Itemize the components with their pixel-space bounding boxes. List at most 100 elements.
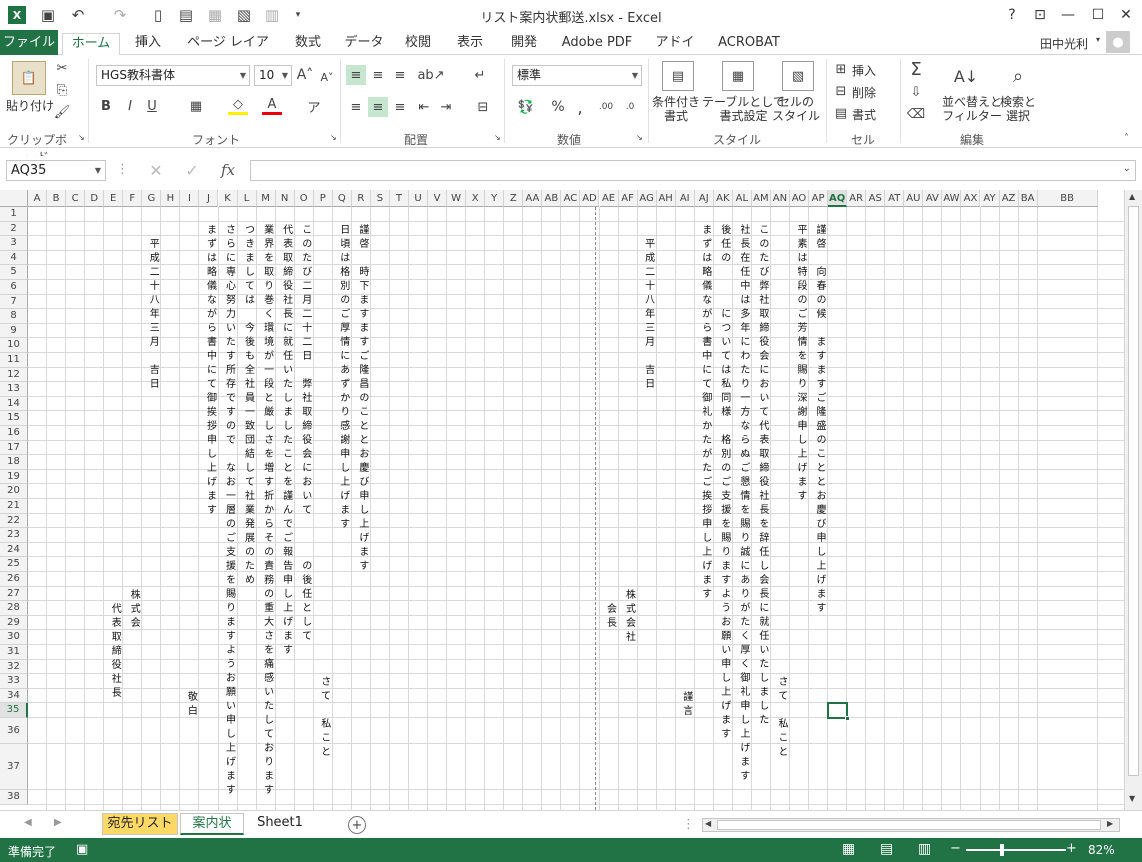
column-header[interactable]: B [47,190,67,207]
clipboard-launcher-icon[interactable]: ↘ [78,133,85,142]
user-name[interactable]: 田中光利 [1040,35,1088,52]
column-header[interactable]: AL [732,190,752,207]
row-header[interactable]: 24 [0,542,28,558]
page-break-view-icon[interactable]: ▥ [918,841,931,857]
row-header[interactable]: 5 [0,265,28,280]
paste-button-label[interactable]: 貼り付け [6,97,54,114]
row-header[interactable]: 33 [0,674,28,689]
collapse-ribbon-icon[interactable]: ˄ [1124,133,1129,144]
column-header[interactable]: T [389,190,409,207]
row-header[interactable]: 14 [0,396,28,412]
tab-formulas[interactable]: 数式 [290,33,326,55]
cancel-icon[interactable]: ✕ [146,160,166,180]
underline-button[interactable]: U [144,97,160,115]
row-header[interactable]: 3 [0,236,28,251]
column-header[interactable]: G [142,190,162,207]
column-header[interactable]: E [104,190,124,207]
number-format-select[interactable]: 標準 ▼ [512,65,642,86]
zoom-slider-thumb[interactable] [1000,844,1004,856]
maximize-icon[interactable]: ☐ [1086,5,1110,25]
row-header[interactable]: 17 [0,440,28,456]
formula-input[interactable]: ⌄ [250,160,1136,181]
redo-icon[interactable]: ↷ [110,5,130,25]
active-cell[interactable] [827,702,851,722]
column-header[interactable]: BB [1037,190,1098,207]
tab-data[interactable]: データ [342,33,386,55]
alignment-launcher-icon[interactable]: ↘ [494,133,501,142]
worksheet-grid[interactable]: A B C D E F G H I J K L M N O P Q R S T U V W X Y Z AA AB AC AD AE AF AG… [0,190,1124,810]
ribbon-display-icon[interactable]: ⊡ [1028,5,1052,25]
row-header[interactable]: 31 [0,645,28,660]
row-header[interactable]: 26 [0,572,28,587]
macro-record-icon[interactable]: ▣ [76,842,88,857]
column-header[interactable]: AK [713,190,733,207]
prev-sheet-icon[interactable]: ◀ [24,817,32,828]
column-header[interactable]: AR [847,190,867,207]
sheet-tab-sheet1[interactable]: Sheet1 [246,813,314,835]
column-header[interactable]: AV [923,190,943,207]
decrease-font-icon[interactable]: A˅ [318,67,336,87]
row-header[interactable]: 29 [0,615,28,631]
zoom-in-icon[interactable]: + [1066,841,1077,856]
column-header[interactable]: W [447,190,467,207]
row-header[interactable]: 10 [0,338,28,353]
tab-adobe-pdf[interactable]: Adobe PDF [558,33,636,55]
merge-center-icon[interactable]: ⊟ [470,97,496,117]
tab-addins[interactable]: アドイン [652,33,698,70]
percent-icon[interactable]: % [548,97,568,117]
page-layout-view-icon[interactable]: ▤ [880,841,893,857]
print-preview-icon[interactable]: ▤ [176,5,196,25]
conditional-format-icon[interactable]: ▤ [662,61,694,91]
enter-icon[interactable]: ✓ [182,160,202,180]
row-header[interactable]: 37 [0,744,28,790]
fill-color-icon[interactable]: ◇ [228,97,248,115]
quick-access-icon[interactable]: ▦ [205,5,225,25]
column-header[interactable]: AC [561,190,581,207]
insert-function-icon[interactable]: fx [216,160,240,180]
format-cells-icon[interactable]: ▤ [832,105,850,121]
clear-icon[interactable]: ⌫ [906,105,926,123]
scroll-left-icon[interactable]: ◀ [705,819,711,828]
row-header[interactable]: 25 [0,557,28,572]
column-header[interactable]: N [275,190,295,207]
normal-view-icon[interactable]: ▦ [842,841,855,857]
delete-cells-button[interactable]: 削除 [852,84,876,101]
cut-icon[interactable]: ✂ [52,59,72,77]
column-header[interactable]: AX [961,190,981,207]
customize-qat-icon[interactable]: ▾ [288,5,308,25]
sort-filter-icon[interactable]: A↓ [950,61,982,91]
column-header[interactable]: L [237,190,257,207]
bold-button[interactable]: B [98,97,114,115]
column-header[interactable]: X [466,190,486,207]
row-header[interactable]: 34 [0,688,28,704]
column-header[interactable]: R [351,190,371,207]
tab-view[interactable]: 表示 [452,33,488,55]
column-header[interactable]: AF [618,190,638,207]
column-header[interactable]: F [123,190,143,207]
column-header[interactable]: A [28,190,48,207]
new-sheet-icon[interactable]: + [348,816,366,834]
zoom-slider[interactable] [966,844,1066,856]
tab-acrobat[interactable]: ACROBAT [716,33,782,55]
close-icon[interactable]: ✕ [1114,5,1138,25]
new-file-icon[interactable]: ▯ [148,5,168,25]
delete-cells-icon[interactable]: ⊟ [832,83,850,99]
increase-font-icon[interactable]: A˄ [296,65,314,85]
font-launcher-icon[interactable]: ↘ [330,133,337,142]
format-cells-button[interactable]: 書式 [852,106,876,123]
tab-home[interactable]: ホーム [62,33,120,56]
number-launcher-icon[interactable]: ↘ [636,133,643,142]
column-header[interactable]: AA [523,190,543,207]
cell-styles-icon[interactable]: ▧ [782,61,814,91]
sheet-tab-invitation[interactable]: 案内状 [180,813,244,835]
zoom-out-icon[interactable]: − [950,841,961,856]
format-painter-icon[interactable]: 🖌 [52,103,72,121]
tab-page-layout[interactable]: ページ レイアウト [184,33,272,70]
format-as-table-icon[interactable]: ▦ [722,61,754,91]
accounting-format-icon[interactable]: 💱 [514,97,538,117]
column-header[interactable]: V [428,190,448,207]
wrap-text-icon[interactable]: ↵ [470,65,490,85]
row-header[interactable]: 22 [0,513,28,529]
fill-icon[interactable]: ⇩ [906,83,926,101]
row-header[interactable]: 18 [0,455,28,470]
